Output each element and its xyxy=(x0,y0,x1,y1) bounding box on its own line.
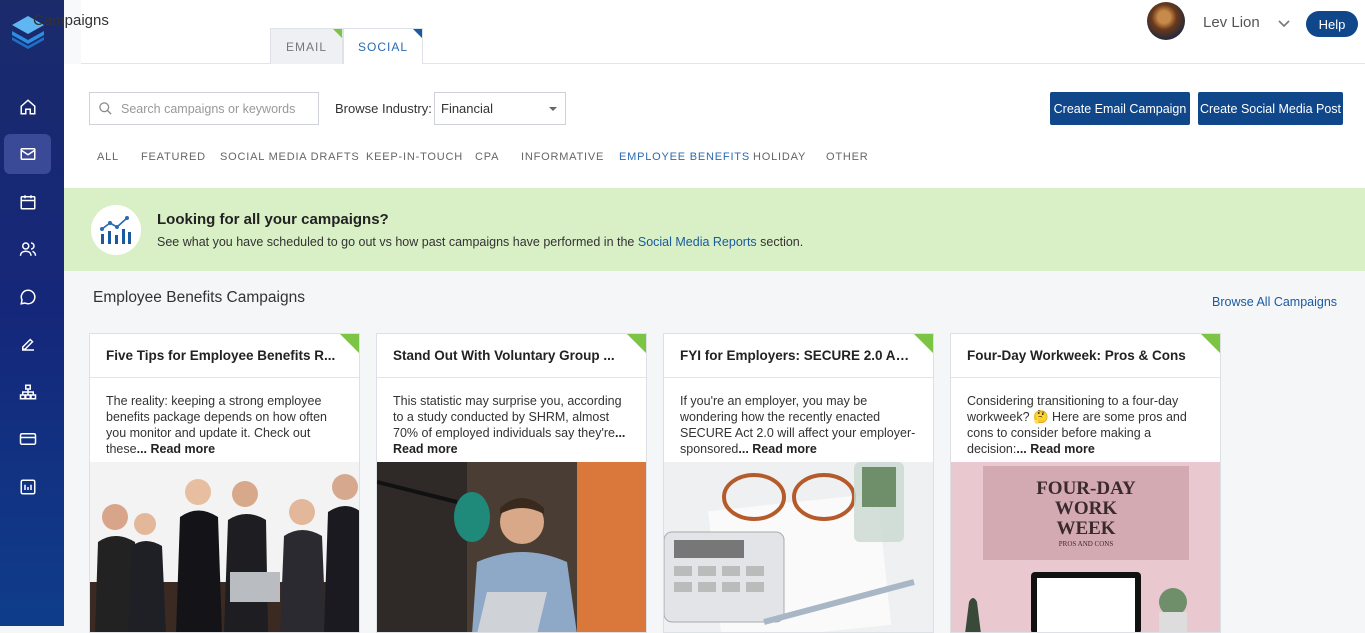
search-box[interactable] xyxy=(89,92,319,125)
users-icon[interactable] xyxy=(4,229,51,269)
card-title[interactable]: Stand Out With Voluntary Group ... xyxy=(393,348,628,363)
poster-sub: PROS AND CONS xyxy=(1059,540,1114,548)
divider xyxy=(664,377,933,378)
mail-icon[interactable] xyxy=(4,134,51,174)
filter-other[interactable]: OTHER xyxy=(826,151,869,163)
card-image xyxy=(90,462,359,632)
chart-icon xyxy=(91,205,141,255)
header-strip xyxy=(64,0,81,64)
home-icon[interactable] xyxy=(4,87,51,127)
card-description: Considering transitioning to a four-day … xyxy=(967,393,1207,457)
tab-social-label: SOCIAL xyxy=(357,40,408,54)
section-title: Employee Benefits Campaigns xyxy=(93,289,305,306)
card-title[interactable]: FYI for Employers: SECURE 2.0 Act... xyxy=(680,348,915,363)
search-icon xyxy=(99,102,112,115)
card-corner-marker xyxy=(914,334,933,353)
card-image xyxy=(377,462,646,632)
card-body-text: This statistic may surprise you, accordi… xyxy=(393,394,622,440)
industry-select[interactable]: Financial xyxy=(434,92,566,125)
avatar[interactable] xyxy=(1147,2,1185,40)
create-email-campaign-button[interactable]: Create Email Campaign xyxy=(1050,92,1190,125)
credit-card-icon[interactable] xyxy=(4,419,51,459)
tab-social[interactable]: SOCIAL xyxy=(343,28,423,65)
divider xyxy=(377,377,646,378)
calendar-icon[interactable] xyxy=(4,182,51,222)
chevron-down-icon[interactable] xyxy=(1277,16,1291,30)
card-title[interactable]: Four-Day Workweek: Pros & Cons xyxy=(967,348,1202,363)
poster-line-2: WORK xyxy=(1055,498,1118,519)
banner-text-before: See what you have scheduled to go out vs… xyxy=(157,235,638,249)
banner-text: See what you have scheduled to go out vs… xyxy=(157,235,803,249)
tab-email[interactable]: EMAIL xyxy=(270,28,343,64)
filter-holiday[interactable]: HOLIDAY xyxy=(753,151,806,163)
read-more-link[interactable]: ... Read more xyxy=(738,442,817,456)
card-title[interactable]: Five Tips for Employee Benefits R... xyxy=(106,348,341,363)
tab-corner-marker xyxy=(333,29,342,38)
campaign-card[interactable]: FYI for Employers: SECURE 2.0 Act... If … xyxy=(663,333,934,633)
chat-icon[interactable] xyxy=(4,277,51,317)
industry-selected-value: Financial xyxy=(441,101,494,116)
filter-keep-in-touch[interactable]: KEEP-IN-TOUCH xyxy=(366,151,463,163)
campaign-card[interactable]: Four-Day Workweek: Pros & Cons Consideri… xyxy=(950,333,1221,633)
poster-line-1: FOUR-DAY xyxy=(1036,478,1136,499)
info-banner xyxy=(64,188,1365,271)
card-description: If you're an employer, you may be wonder… xyxy=(680,393,920,457)
sidebar xyxy=(0,0,64,626)
filter-featured[interactable]: FEATURED xyxy=(141,151,206,163)
create-social-media-post-button[interactable]: Create Social Media Post xyxy=(1198,92,1343,125)
card-image: FOUR-DAY WORK WEEK PROS AND CONS xyxy=(951,462,1220,632)
edit-icon[interactable] xyxy=(4,324,51,364)
controls-panel xyxy=(64,64,1365,188)
banner-text-after: section. xyxy=(756,235,804,249)
card-corner-marker xyxy=(1201,334,1220,353)
user-name[interactable]: Lev Lion xyxy=(1203,14,1260,31)
read-more-link[interactable]: ... Read more xyxy=(137,442,216,456)
divider xyxy=(90,377,359,378)
page-title: Campaigns xyxy=(33,12,109,29)
divider xyxy=(951,377,1220,378)
filter-employee-benefits[interactable]: EMPLOYEE BENEFITS xyxy=(619,151,750,163)
read-more-link[interactable]: ... Read more xyxy=(1016,442,1095,456)
campaign-card[interactable]: Stand Out With Voluntary Group ... This … xyxy=(376,333,647,633)
search-input[interactable] xyxy=(121,101,301,116)
reports-icon[interactable] xyxy=(4,467,51,507)
help-button[interactable]: Help xyxy=(1306,11,1358,37)
filter-all[interactable]: ALL xyxy=(97,151,119,163)
tab-corner-marker xyxy=(413,29,422,38)
filter-social-media-drafts[interactable]: SOCIAL MEDIA DRAFTS xyxy=(220,151,359,163)
sitemap-icon[interactable] xyxy=(4,372,51,412)
browse-all-campaigns-link[interactable]: Browse All Campaigns xyxy=(1212,295,1337,309)
card-corner-marker xyxy=(340,334,359,353)
card-description: The reality: keeping a strong employee b… xyxy=(106,393,346,457)
card-description: This statistic may surprise you, accordi… xyxy=(393,393,633,457)
banner-title: Looking for all your campaigns? xyxy=(157,211,389,228)
campaign-card[interactable]: Five Tips for Employee Benefits R... The… xyxy=(89,333,360,633)
card-image xyxy=(664,462,933,632)
browse-industry-label: Browse Industry: xyxy=(335,101,432,116)
tab-email-label: EMAIL xyxy=(285,39,327,54)
social-media-reports-link[interactable]: Social Media Reports xyxy=(638,235,757,249)
filter-cpa[interactable]: CPA xyxy=(475,151,499,163)
caret-down-icon xyxy=(549,107,557,111)
filter-informative[interactable]: INFORMATIVE xyxy=(521,151,604,163)
card-corner-marker xyxy=(627,334,646,353)
poster-line-3: WEEK xyxy=(1056,518,1115,539)
